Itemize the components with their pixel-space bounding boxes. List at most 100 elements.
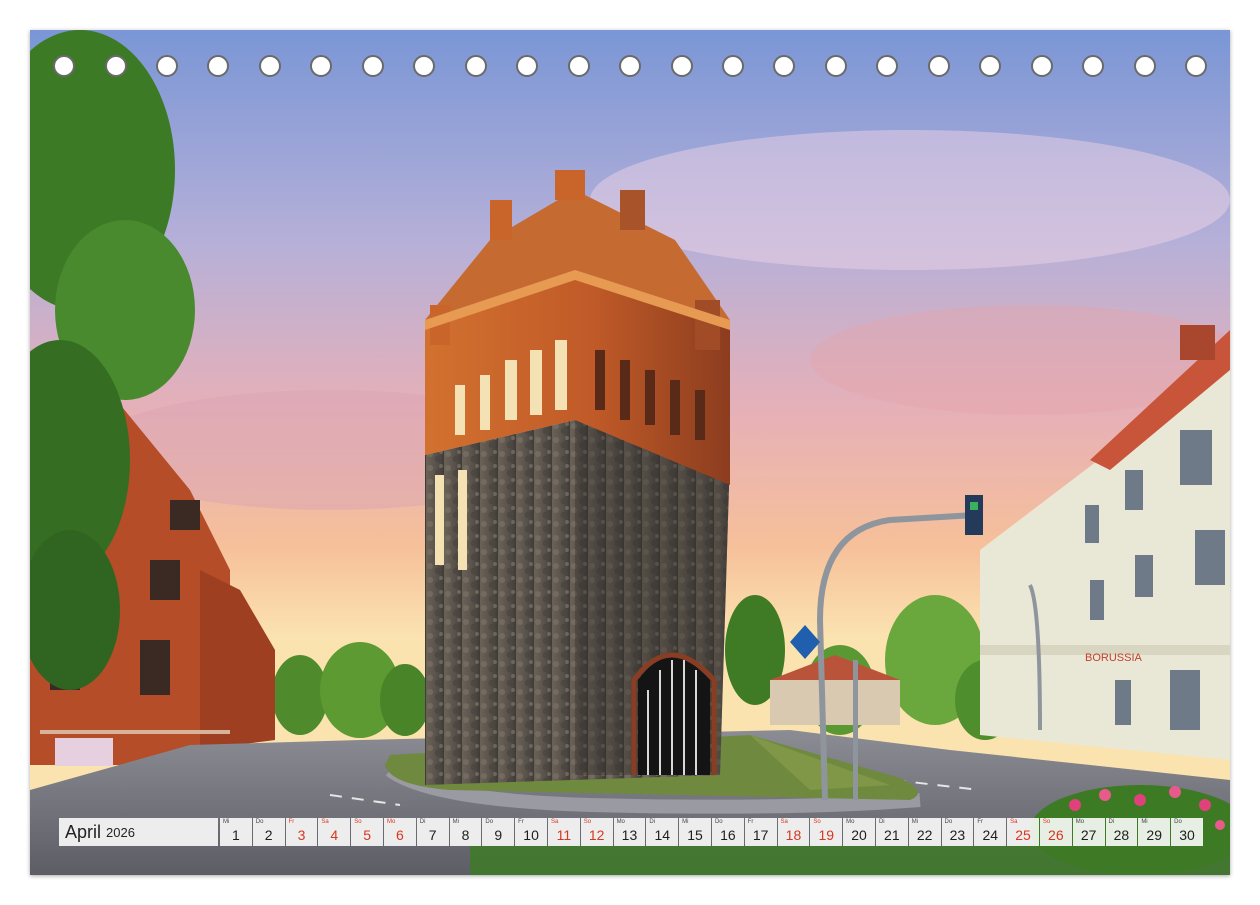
- binding-ring: [567, 55, 590, 77]
- binding-ring: [824, 55, 847, 77]
- weekday-label: Di: [1108, 819, 1115, 825]
- weekday-label: Fr: [977, 819, 983, 825]
- weekday-label: So: [1042, 819, 1051, 825]
- day-cell: Fr 10: [515, 818, 547, 846]
- day-number: 6: [395, 827, 404, 843]
- weekday-label: Mi: [223, 819, 230, 825]
- weekday-label: Do: [714, 819, 723, 825]
- weekday-label: Fr: [747, 819, 754, 825]
- weekday-label: Do: [1174, 819, 1182, 825]
- day-number: 21: [884, 827, 900, 843]
- day-cell: Do 2: [252, 818, 285, 846]
- day-cell: Mo 13: [613, 818, 646, 846]
- binding-ring: [155, 55, 178, 77]
- day-cell: Mi 1: [220, 818, 252, 846]
- binding-ring: [927, 55, 950, 77]
- day-cell: Do 16: [711, 818, 744, 846]
- day-number: 18: [785, 827, 802, 843]
- binding-ring: [619, 55, 641, 77]
- weekday-label: Do: [944, 819, 953, 825]
- calendar-strip: April 2026 Mi 1 Do 2 Fr 3 Sa 4 So 5 Mo 6 Di 7 Mi 8 Do 9 Fr…: [59, 818, 1203, 846]
- day-number: 22: [916, 827, 933, 843]
- weekday-label: So: [813, 819, 821, 825]
- weekday-label: Sa: [321, 819, 329, 825]
- binding-ring: [1082, 55, 1105, 77]
- day-number: 26: [1048, 827, 1064, 843]
- weekday-label: Mo: [1075, 819, 1085, 825]
- day-number: 7: [428, 827, 437, 843]
- binding-ring: [1133, 55, 1156, 77]
- month-name: April: [65, 821, 102, 842]
- day-number: 17: [752, 827, 769, 843]
- weekday-label: Di: [649, 819, 656, 825]
- day-cell: So 5: [351, 818, 383, 846]
- day-cell: So 26: [1039, 818, 1072, 846]
- day-number: 10: [523, 827, 539, 843]
- day-cell: Sa 25: [1007, 818, 1039, 846]
- day-cell: Do 9: [482, 818, 515, 846]
- weekday-label: Mo: [616, 819, 625, 825]
- weekday-label: Sa: [550, 819, 559, 825]
- day-number: 14: [654, 827, 671, 843]
- day-number: 3: [297, 827, 306, 843]
- day-number: 11: [556, 827, 572, 843]
- day-number: 16: [720, 827, 736, 843]
- day-number: 9: [494, 827, 503, 843]
- day-number: 15: [687, 827, 703, 843]
- day-cell: Di 28: [1105, 818, 1138, 846]
- day-cell: Mi 29: [1138, 818, 1171, 846]
- day-cell: Mo 20: [843, 818, 875, 846]
- day-cell: Mo 6: [383, 818, 416, 846]
- day-cell: Fr 3: [285, 818, 318, 846]
- weekday-label: Mo: [846, 819, 855, 825]
- calendar-photo: BORUSSIA: [30, 30, 1230, 875]
- day-number: 4: [330, 827, 339, 843]
- day-number: 24: [982, 827, 999, 843]
- day-cell: Fr 17: [744, 818, 777, 846]
- day-cell: Sa 11: [547, 818, 580, 846]
- binding-ring: [361, 55, 384, 77]
- binding-ring: [1030, 55, 1053, 77]
- weekday-label: So: [583, 819, 592, 825]
- day-cell: Fr 24: [974, 818, 1007, 846]
- weekday-label: Mi: [1141, 819, 1148, 825]
- binding-ring: [53, 55, 75, 77]
- building-sign: BORUSSIA: [1085, 652, 1143, 664]
- weekday-label: Do: [485, 819, 494, 825]
- day-cell: Mo 27: [1072, 818, 1105, 846]
- day-cell: Mi 8: [449, 818, 482, 846]
- binding-ring: [1185, 55, 1207, 77]
- day-number: 19: [818, 827, 835, 843]
- weekday-label: Mi: [682, 819, 689, 825]
- month-label: April 2026: [59, 818, 218, 846]
- binding-ring: [721, 55, 744, 77]
- binding-ring: [258, 55, 281, 77]
- day-number: 30: [1179, 827, 1195, 843]
- weekday-label: Fr: [518, 819, 524, 825]
- day-cell: Di 14: [646, 818, 679, 846]
- day-number: 8: [461, 827, 470, 843]
- year-label: 2026: [106, 824, 135, 840]
- weekday-label: Do: [255, 819, 264, 825]
- day-number: 27: [1080, 827, 1097, 843]
- day-cell: Di 21: [875, 818, 908, 846]
- weekday-label: Mo: [386, 819, 396, 825]
- day-number: 28: [1113, 827, 1130, 843]
- day-number: 25: [1015, 827, 1031, 843]
- binding-ring: [464, 55, 487, 77]
- day-cell: So 12: [580, 818, 613, 846]
- day-cell: Sa 4: [318, 818, 351, 846]
- day-cell: Sa 18: [777, 818, 810, 846]
- day-number: 2: [264, 827, 273, 843]
- photo-scene: BORUSSIA: [30, 30, 1230, 875]
- binding-ring: [104, 55, 127, 77]
- day-number: 29: [1146, 827, 1162, 843]
- weekday-label: Sa: [780, 819, 788, 825]
- weekday-label: Mi: [911, 819, 919, 825]
- day-number: 1: [232, 827, 240, 843]
- weekday-label: Fr: [288, 819, 295, 825]
- day-cell: So 19: [810, 818, 843, 846]
- day-number: 12: [588, 827, 605, 843]
- day-cell: Do 30: [1171, 818, 1203, 846]
- day-number: 5: [363, 827, 371, 843]
